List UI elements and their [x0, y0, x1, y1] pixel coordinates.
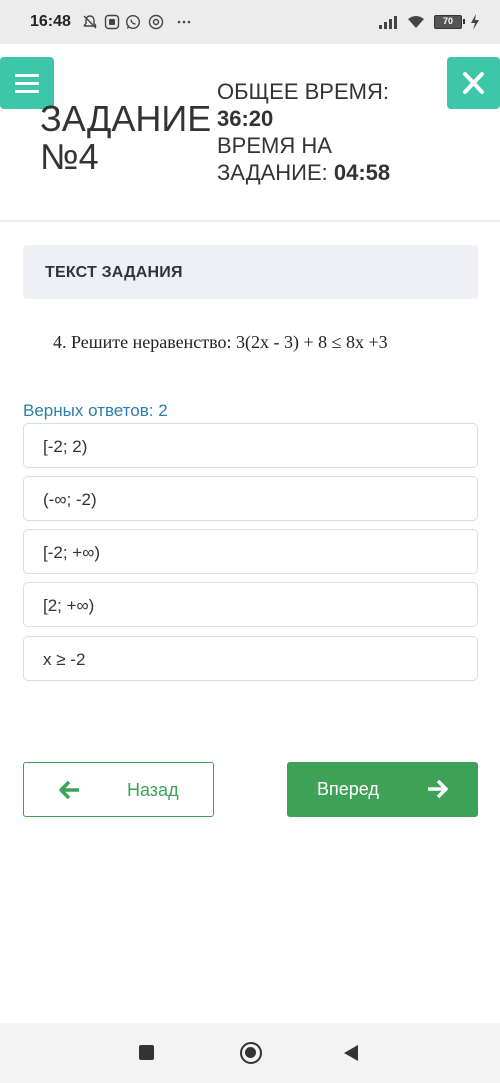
timer-block: ОБЩЕЕ ВРЕМЯ: 36:20 ВРЕМЯ НА ЗАДАНИЕ: 04:… [217, 78, 390, 186]
total-time-value: 36:20 [217, 106, 274, 131]
answer-option-label: (-∞; -2) [43, 490, 97, 509]
answer-option[interactable]: [-2; 2) [23, 423, 478, 468]
status-time: 16:48 [30, 13, 71, 30]
task-time-label-line2: ЗАДАНИЕ: [217, 160, 334, 185]
app-icon [104, 14, 120, 30]
back-button[interactable]: Назад [23, 762, 214, 817]
battery-level: 70 [442, 16, 453, 26]
recent-apps-icon[interactable] [139, 1045, 154, 1060]
answer-option-label: [2; +∞) [43, 596, 95, 615]
battery-icon: 70 [434, 15, 465, 29]
status-bar: 16:48 70 [0, 0, 500, 44]
signal-icon [379, 16, 397, 29]
charging-icon [471, 14, 479, 30]
system-nav-bar [0, 1023, 500, 1083]
answer-option[interactable]: [2; +∞) [23, 582, 478, 627]
question-text: 4. Решите неравенство: 3(2x - 3) + 8 ≤ 8… [53, 332, 388, 352]
hamburger-menu-icon [15, 73, 39, 77]
wifi-icon [408, 16, 424, 28]
back-button-label: Назад [127, 780, 179, 800]
answer-option[interactable]: (-∞; -2) [23, 476, 478, 521]
answer-option[interactable]: [-2; +∞) [23, 529, 478, 574]
next-button-label: Вперед [317, 779, 379, 799]
next-button[interactable]: Вперед [287, 762, 478, 817]
task-panel-title: ТЕКСТ ЗАДАНИЯ [45, 264, 183, 281]
task-time-label-line1: ВРЕМЯ НА [217, 133, 332, 158]
answer-option-label: [-2; +∞) [43, 543, 100, 562]
close-button[interactable] [447, 57, 500, 109]
arrow-left-icon [59, 780, 79, 800]
task-title: ЗАДАНИЕ №4 [40, 98, 212, 177]
total-time-label: ОБЩЕЕ ВРЕМЯ: [217, 79, 389, 104]
home-icon[interactable] [240, 1042, 262, 1064]
mute-bell-icon [83, 15, 97, 29]
correct-answers-count: Верных ответов: 2 [23, 401, 168, 420]
whatsapp-icon [125, 14, 141, 30]
task-text-panel: ТЕКСТ ЗАДАНИЯ [23, 245, 478, 299]
arrow-right-icon [428, 779, 448, 799]
task-time-value: 04:58 [333, 160, 391, 185]
header-divider [0, 220, 500, 222]
answer-option-label: x ≥ -2 [43, 650, 86, 669]
status-right-group: 70 [378, 12, 480, 32]
more-dots-icon [177, 20, 191, 24]
close-icon [463, 72, 484, 94]
answer-option[interactable]: x ≥ -2 [23, 636, 478, 681]
answer-option-label: [-2; 2) [43, 437, 88, 456]
chrome-icon [148, 14, 164, 30]
system-back-icon[interactable] [344, 1045, 358, 1061]
